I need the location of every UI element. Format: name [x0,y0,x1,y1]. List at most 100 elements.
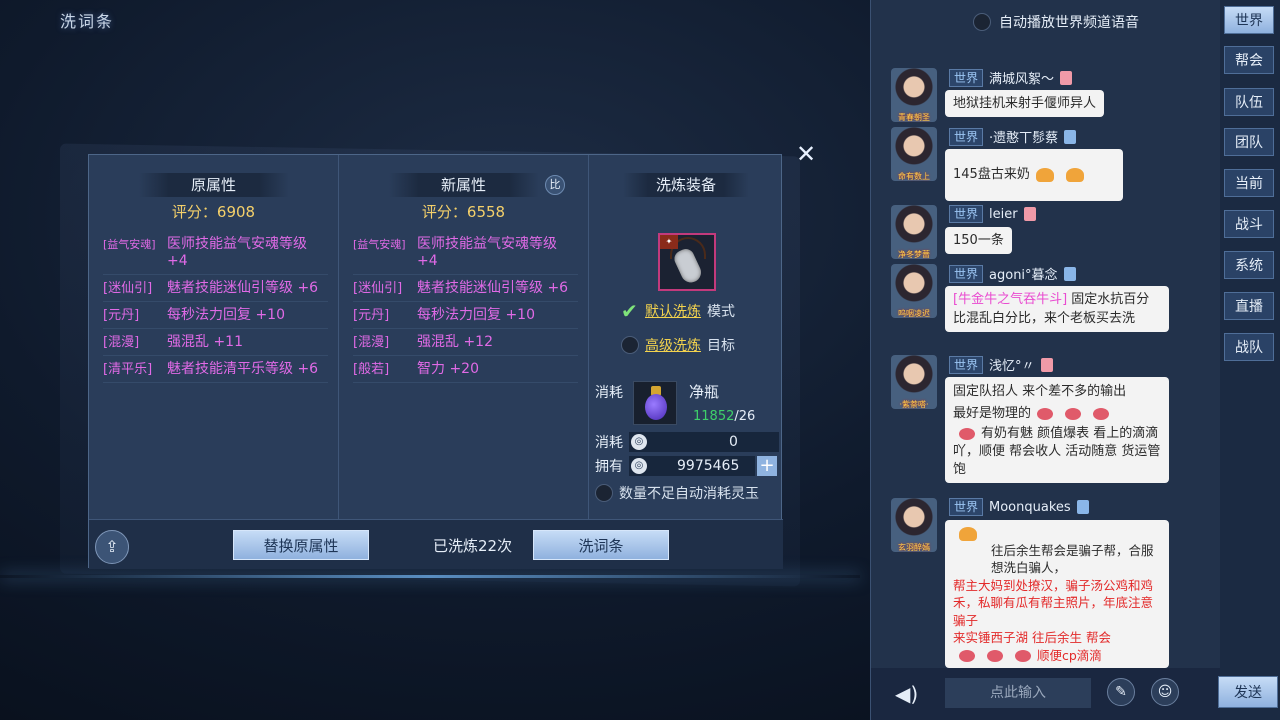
sender-name[interactable]: ·遗憨丅髿蔡 [989,127,1058,146]
avatar[interactable]: 呜咽凌迟 [891,264,937,318]
original-attr-list: [益气安魂] 医师技能益气安魂等级 +4 [迷仙引] 魅者技能迷仙引等级 +6 [元… [103,231,328,383]
female-icon [1060,70,1073,85]
message-text: 往后余生帮会是骗子帮，合服想洗白骗人， [991,542,1154,576]
attr-tag: [混漫] [103,335,140,350]
original-attributes-panel: 原属性 评分：6908 [益气安魂] 医师技能益气安魂等级 +4 [迷仙引] 魅者技… [89,155,339,519]
message-line-with-emoji: 来实锤西子湖 往后余生 帮会 [953,629,1161,647]
compare-badge[interactable]: 比 [545,175,565,195]
auto-consume-option[interactable]: 数量不足自动消耗灵玉 [595,483,759,503]
attr-tag: [般若] [353,362,390,377]
voice-icon[interactable]: ◀) [895,682,918,706]
chat-input-bar: ◀) ✎ ☺ [871,668,1221,720]
tab-squad[interactable]: 战队 [1224,333,1274,361]
default-mode-option[interactable]: ✔ 默认洗炼 模式 [621,301,735,321]
sender-name[interactable]: Moonquakes [989,500,1071,515]
share-button[interactable]: ⇪ [95,530,129,564]
tab-live[interactable]: 直播 [1224,292,1274,320]
item-link[interactable]: [牛金牛之气吞牛斗] [953,292,1067,307]
female-icon [1023,207,1036,221]
message-head: 世界 leier [949,205,1036,223]
avatar-label: 净冬梦蔷 [898,250,930,259]
material-slot[interactable] [633,381,677,425]
tab-system[interactable]: 系统 [1224,251,1274,279]
send-button[interactable]: 发送 [1218,676,1278,708]
attr-tag: [元丹] [353,308,390,323]
quick-phrase-icon[interactable]: ✎ [1107,678,1135,706]
bottle-icon [645,394,667,420]
page-title: 洗词条 [60,12,115,31]
close-button[interactable]: ✕ [794,142,818,166]
equipment-panel: 洗炼装备 ✦ ✔ 默认洗炼 模式 高级洗炼 目标 消耗 净瓶 11852/26 … [589,155,783,519]
new-attributes-header: 新属性 [388,173,539,197]
sender-name[interactable]: 浅忆°〃 [989,355,1035,374]
message-text: 145盘古来奶 [953,167,1030,182]
default-wash-link[interactable]: 默认洗炼 [645,301,701,321]
attr-row: [迷仙引] 魅者技能迷仙引等级 +6 [103,275,328,302]
chat-message: 净冬梦蔷 世界 leier 150一条 [891,205,1221,265]
attr-desc: 魅者技能迷仙引等级 +6 [417,280,569,296]
autoplay-option[interactable]: 自动播放世界频道语音 [871,0,1221,44]
tab-battle[interactable]: 战斗 [1224,210,1274,238]
checkmark-icon: ✔ [621,299,638,323]
auto-consume-label: 数量不足自动消耗灵玉 [619,486,759,502]
avatar[interactable]: 净冬梦蔷 [891,205,937,259]
autoplay-radio[interactable] [973,13,991,31]
tab-guild[interactable]: 帮会 [1224,46,1274,74]
wash-button[interactable]: 洗词条 [533,530,669,560]
tab-team[interactable]: 队伍 [1224,88,1274,116]
tab-current[interactable]: 当前 [1224,169,1274,197]
emoji-icon [959,650,975,662]
advanced-mode-option[interactable]: 高级洗炼 目标 [621,335,735,355]
own-label: 拥有 [595,459,623,475]
advanced-radio[interactable] [621,336,639,354]
new-attributes-panel: 新属性 比 评分：6558 [益气安魂] 医师技能益气安魂等级 +4 [迷仙引] 魅… [339,155,589,519]
glow-line [0,575,860,578]
equipment-slot[interactable]: ✦ [658,233,716,291]
message-bubble: 150一条 [945,227,1012,254]
attr-desc: 医师技能益气安魂等级 +4 [167,236,307,269]
replace-attributes-button[interactable]: 替换原属性 [233,530,369,560]
channel-tabs: 世界 帮会 队伍 团队 当前 战斗 系统 直播 战队 发送 [1218,0,1280,720]
sender-name[interactable]: leier [989,207,1018,222]
coin-icon: ◎ [631,434,647,450]
channel-tag: 世界 [949,68,984,87]
message-bubble: 往后余生帮会是骗子帮，合服想洗白骗人， 帮主大妈到处撩汉，骗子汤公鸡和鸡禾，私聊… [945,520,1169,668]
emoji-icon [959,427,975,440]
emoji-icon [987,650,1003,662]
advanced-wash-link[interactable]: 高级洗炼 [645,335,701,355]
sender-name[interactable]: 满城风絮～ [989,68,1054,87]
chat-message: 青春朝圣 世界 满城风絮～ 地狱挂机来射手偃师异人 [891,68,1221,128]
message-text: 有奶有魅 颜值爆表 看上的滴滴吖，顺便 帮会收人 活动随意 货运管饱 [953,426,1161,477]
chat-message: 呜咽凌迟 世界 agoni°暮念 [牛金牛之气吞牛斗] 固定水抗百分比混乱白分比，… [891,264,1221,354]
avatar[interactable]: ·紫萘嗒· [891,355,937,409]
auto-consume-radio[interactable] [595,484,613,502]
chat-input[interactable] [945,678,1091,708]
avatar[interactable]: 玄羽醉嫣 [891,498,937,552]
cost2-value: 0 [729,434,738,450]
sender-name[interactable]: agoni°暮念 [989,264,1058,283]
message-head: 世界 浅忆°〃 [949,355,1053,374]
avatar[interactable]: 青春朝圣 [891,68,937,122]
avatar[interactable]: 命有数上 [891,127,937,181]
material-have: 11852 [693,409,735,424]
message-text: 最好是物理的 [953,406,1032,421]
attr-row: [益气安魂] 医师技能益气安魂等级 +4 [353,231,578,275]
attr-tag: [混漫] [353,335,390,350]
attr-tag: [迷仙引] [103,281,153,296]
tab-group[interactable]: 团队 [1224,128,1274,156]
tab-world[interactable]: 世界 [1224,6,1274,34]
message-bubble: [牛金牛之气吞牛斗] 固定水抗百分比混乱白分比，来个老板买去洗 [945,286,1169,332]
attr-desc: 每秒法力回复 +10 [167,307,285,323]
wash-count: 已洗炼22次 [433,537,513,555]
add-currency-button[interactable]: + [757,456,777,476]
wash-dialog: 原属性 评分：6908 [益气安魂] 医师技能益气安魂等级 +4 [迷仙引] 魅者技… [88,154,783,569]
message-head: 世界 agoni°暮念 [949,264,1076,283]
avatar-label: 命有数上 [898,172,930,181]
message-line-with-emoji [953,524,1161,542]
attr-tag: [益气安魂] [353,238,406,251]
chat-message: 玄羽醉嫣 世界 Moonquakes 往后余生帮会是骗子帮，合服想洗白骗人， 帮主… [891,498,1221,668]
emoji-picker-icon[interactable]: ☺ [1151,678,1179,706]
avatar-label: ·紫萘嗒· [899,400,929,409]
advanced-mode-suffix: 目标 [707,338,735,354]
attr-row: [元丹] 每秒法力回复 +10 [353,302,578,329]
